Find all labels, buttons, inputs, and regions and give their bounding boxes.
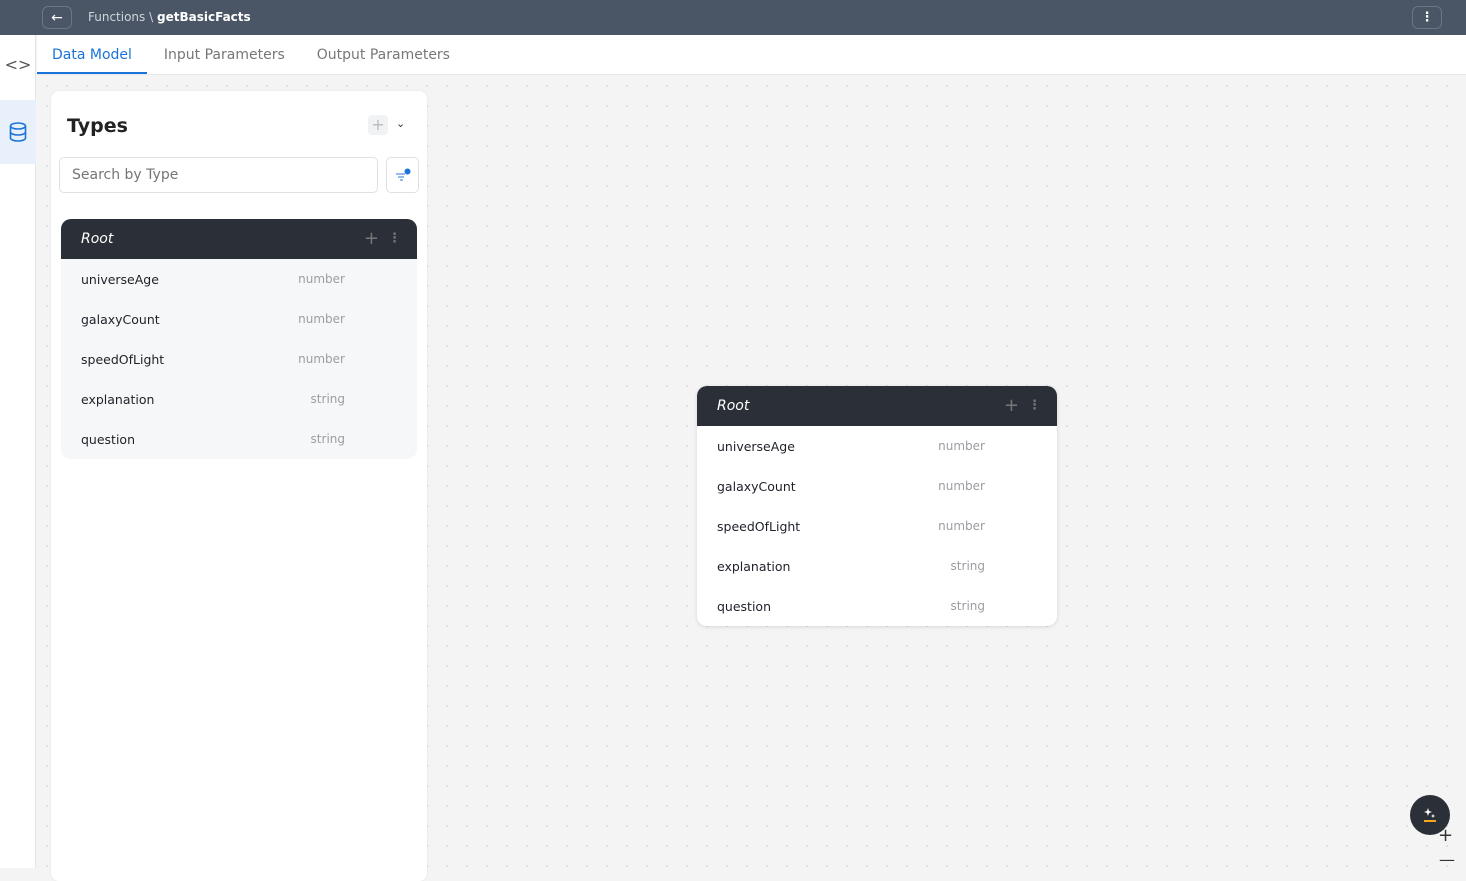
field-row[interactable]: speedOfLight number	[61, 339, 417, 379]
data-model-nav[interactable]	[0, 100, 36, 164]
search-input[interactable]	[59, 157, 378, 193]
zoom-in-button[interactable]: +	[1438, 825, 1453, 846]
zoom-out-button[interactable]: —	[1439, 850, 1455, 869]
card-title: Root	[81, 231, 114, 247]
field-row[interactable]: question string	[61, 419, 417, 459]
field-type: number	[938, 479, 985, 493]
more-vertical-icon[interactable]: ⋮	[388, 219, 401, 259]
field-type: string	[950, 599, 985, 613]
side-rail: <>	[0, 35, 36, 868]
root-type-card[interactable]: Root + ⋮ universeAge number galaxyCount numbe…	[61, 219, 417, 459]
field-name: universeAge	[717, 438, 795, 454]
field-type: number	[938, 439, 985, 453]
chevron-down-icon[interactable]: ⌄	[396, 117, 405, 130]
tab-data-model[interactable]: Data Model	[37, 35, 147, 74]
sparkle-icon	[1424, 808, 1436, 822]
field-name: explanation	[717, 558, 791, 574]
breadcrumb-separator: \	[149, 10, 154, 24]
filter-icon	[395, 168, 410, 181]
field-type: string	[310, 432, 345, 446]
database-icon	[9, 122, 27, 142]
arrow-left-icon: ←	[51, 9, 63, 26]
field-name: explanation	[81, 391, 155, 407]
field-type: number	[938, 519, 985, 533]
field-name: universeAge	[81, 271, 159, 287]
filter-button[interactable]	[386, 157, 419, 193]
field-row[interactable]: galaxyCount number	[61, 299, 417, 339]
field-row[interactable]: universeAge number	[697, 426, 1057, 466]
field-name: speedOfLight	[81, 351, 165, 367]
field-row[interactable]: universeAge number	[61, 259, 417, 299]
field-name: question	[81, 431, 136, 447]
tab-input-parameters[interactable]: Input Parameters	[149, 35, 300, 74]
field-type: string	[310, 392, 345, 406]
field-row[interactable]: explanation string	[697, 546, 1057, 586]
tab-output-parameters[interactable]: Output Parameters	[302, 35, 465, 74]
more-vertical-icon: ⋮	[1420, 10, 1434, 25]
field-name: speedOfLight	[717, 518, 801, 534]
field-row[interactable]: explanation string	[61, 379, 417, 419]
top-bar: ← Functions \ getBasicFacts ⋮	[0, 0, 1466, 35]
types-panel: Types + ⌄ Root+⋮ universeAgenumbergalaxy…	[51, 91, 427, 881]
field-type: number	[298, 272, 345, 286]
back-button[interactable]: ←	[42, 6, 72, 29]
breadcrumb-current: getBasicFacts	[157, 10, 251, 24]
more-vertical-icon[interactable]: ⋮	[1028, 386, 1041, 426]
add-field-icon[interactable]: +	[1004, 386, 1019, 426]
tab-bar: Data Model Input Parameters Output Param…	[37, 35, 1466, 75]
field-type: number	[298, 352, 345, 366]
add-field-icon[interactable]: +	[364, 219, 379, 259]
field-type: number	[298, 312, 345, 326]
root-node-card[interactable]: Root + ⋮ universeAge number galaxyCount numbe…	[697, 386, 1057, 626]
breadcrumb-functions[interactable]: Functions	[88, 10, 145, 24]
more-menu-button[interactable]: ⋮	[1412, 6, 1442, 29]
field-type: string	[950, 559, 985, 573]
add-type-button[interactable]: +	[368, 115, 388, 135]
card-title: Root	[717, 398, 750, 414]
field-name: galaxyCount	[717, 478, 796, 494]
field-name: question	[717, 598, 772, 614]
field-row[interactable]: speedOfLight number	[697, 506, 1057, 546]
breadcrumb: Functions \ getBasicFacts	[88, 10, 251, 24]
field-row[interactable]: question string	[697, 586, 1057, 626]
code-icon[interactable]: <>	[0, 55, 36, 74]
panel-title: Types	[67, 115, 128, 137]
field-row[interactable]: galaxyCount number	[697, 466, 1057, 506]
field-name: galaxyCount	[81, 311, 160, 327]
